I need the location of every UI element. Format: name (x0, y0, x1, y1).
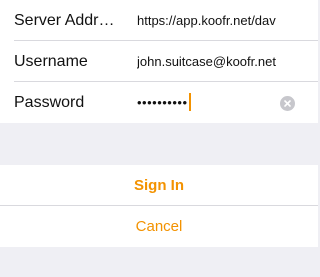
cancel-button[interactable]: Cancel (0, 206, 318, 247)
sign-in-button[interactable]: Sign In (0, 165, 318, 206)
text-caret (188, 93, 191, 112)
username-row[interactable]: Username john.suitcase@koofr.net (0, 41, 318, 82)
username-field[interactable]: john.suitcase@koofr.net (137, 41, 315, 82)
action-buttons-group: Sign In Cancel (0, 165, 318, 247)
server-address-field[interactable]: https://app.koofr.net/dav (137, 0, 315, 41)
password-row[interactable]: Password •••••••••• (0, 82, 318, 123)
password-label: Password (14, 94, 85, 111)
clear-icon[interactable] (280, 96, 295, 111)
password-masked-text: •••••••••• (137, 95, 188, 110)
server-address-label: Server Addr… (14, 12, 115, 29)
password-field[interactable]: •••••••••• (137, 82, 191, 123)
username-label: Username (14, 53, 88, 70)
login-form: Server Addr… https://app.koofr.net/dav U… (0, 0, 318, 123)
server-address-row[interactable]: Server Addr… https://app.koofr.net/dav (0, 0, 318, 41)
